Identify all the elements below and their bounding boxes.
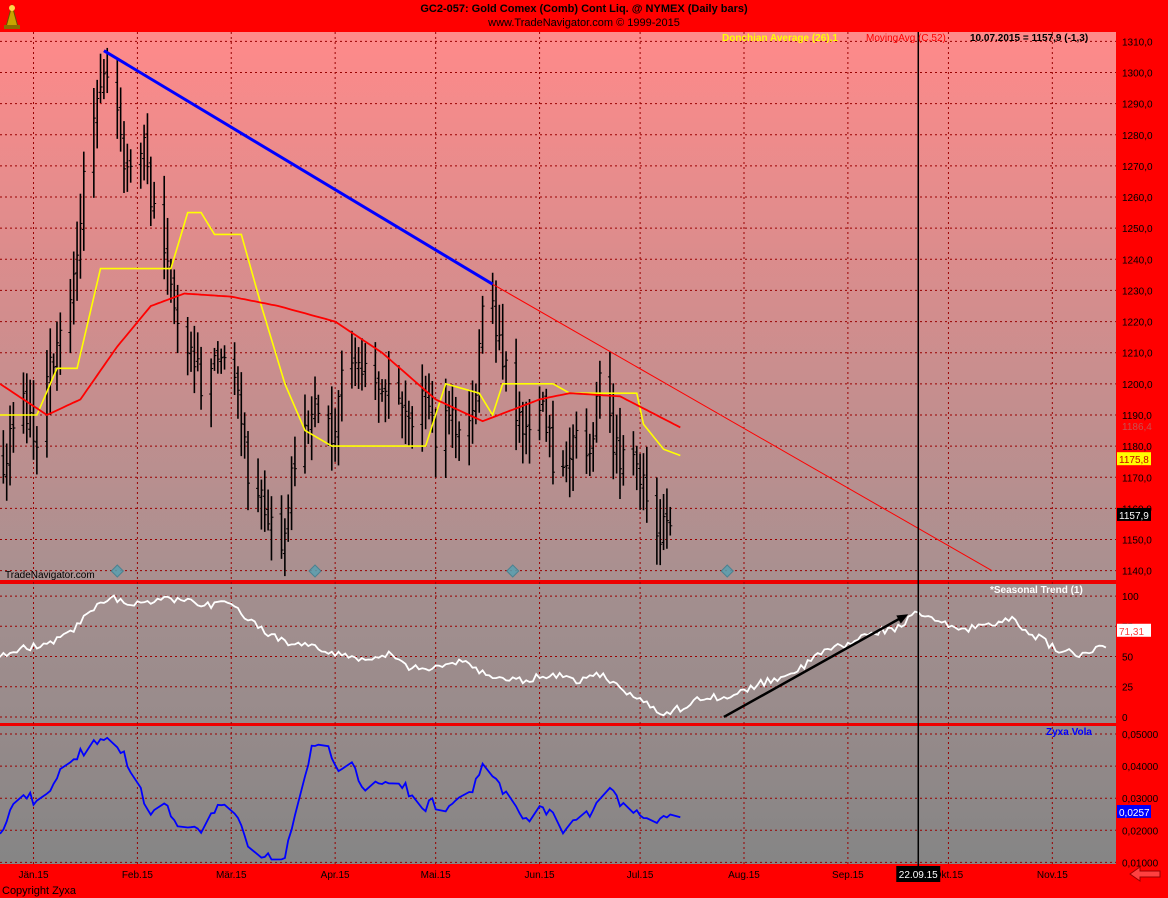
legend-donchian: Donchian Average (26),1 — [722, 33, 838, 44]
seasonal-value-label: 71,31 — [1119, 627, 1144, 638]
vola-title: Zyxa Vola — [1046, 727, 1092, 738]
price-tick-label: 1240,0 — [1122, 255, 1153, 266]
copyright: Copyright Zyxa — [2, 885, 77, 897]
price-tick-label: 1260,0 — [1122, 193, 1153, 204]
x-tick-label: Mär.15 — [216, 870, 247, 881]
chart-title: GC2-057: Gold Comex (Comb) Cont Liq. @ N… — [420, 3, 748, 15]
vola-tick-label: 0,05000 — [1122, 730, 1159, 741]
price-tick-label: 1150,0 — [1122, 536, 1152, 547]
x-tick-label: Apr.15 — [321, 870, 350, 881]
price-tick-label: 1280,0 — [1122, 131, 1153, 142]
price-tick-label: 1210,0 — [1122, 349, 1153, 360]
seasonal-tick-label: 25 — [1122, 683, 1134, 694]
vola-value-label: 0,0257 — [1119, 808, 1150, 819]
x-tick-label: Feb.15 — [122, 870, 154, 881]
donchian-value-label: 1175,8 — [1119, 455, 1149, 466]
chart-subtitle: www.TradeNavigator.com © 1999-2015 — [487, 17, 680, 29]
price-tick-label: 1310,0 — [1122, 37, 1153, 48]
vola-tick-label: 0,04000 — [1122, 762, 1159, 773]
price-tick-label: 1200,0 — [1122, 380, 1153, 391]
ma-value-label: 1186,4 — [1122, 422, 1152, 433]
legend-last-bar: 10.07.2015 = 1157,9 (-1,3) — [970, 33, 1088, 44]
vola-tick-label: 0,03000 — [1122, 794, 1159, 805]
price-tick-label: 1190,0 — [1122, 411, 1152, 422]
legend-moving-average: MovingAvg (C,52) — [866, 33, 946, 44]
x-tick-label: Jul.15 — [627, 870, 654, 881]
price-tick-label: 1300,0 — [1122, 68, 1153, 79]
cursor-date-label: 22.09.15 — [899, 870, 938, 881]
x-tick-label: Jän.15 — [18, 870, 48, 881]
seasonal-tick-label: 0 — [1122, 713, 1128, 724]
chart-canvas: GC2-057: Gold Comex (Comb) Cont Liq. @ N… — [0, 0, 1168, 898]
price-tick-label: 1270,0 — [1122, 162, 1153, 173]
x-tick-label: Nov.15 — [1037, 870, 1068, 881]
price-tick-label: 1220,0 — [1122, 318, 1153, 329]
seasonal-tick-label: 100 — [1122, 592, 1139, 603]
close-value-label: 1157,9 — [1119, 511, 1149, 522]
price-tick-label: 1170,0 — [1122, 473, 1152, 484]
price-tick-label: 1140,0 — [1122, 567, 1152, 578]
x-tick-label: Mai.15 — [421, 870, 451, 881]
x-tick-label: Sep.15 — [832, 870, 864, 881]
price-tick-label: 1180,0 — [1122, 442, 1152, 453]
x-tick-label: Aug.15 — [728, 870, 760, 881]
watermark: TradeNavigator.com — [5, 570, 95, 581]
price-tick-label: 1290,0 — [1122, 100, 1153, 111]
price-tick-label: 1230,0 — [1122, 286, 1153, 297]
x-tick-label: Jun.15 — [525, 870, 555, 881]
seasonal-tick-label: 50 — [1122, 653, 1134, 664]
price-tick-label: 1250,0 — [1122, 224, 1153, 235]
vola-tick-label: 0,02000 — [1122, 826, 1159, 837]
seasonal-title: *Seasonal Trend (1) — [990, 585, 1083, 596]
